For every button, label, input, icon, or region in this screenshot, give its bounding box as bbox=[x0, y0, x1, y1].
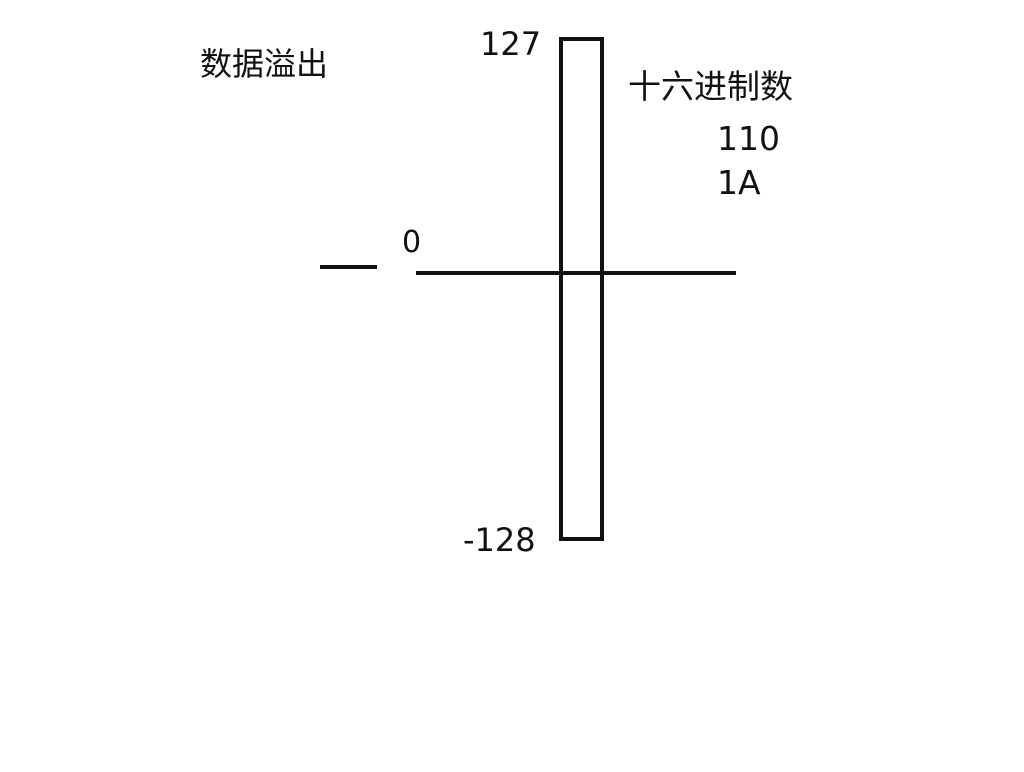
diagram-shapes bbox=[320, 37, 736, 541]
value-range-bar bbox=[559, 37, 604, 541]
hex-number-heading: 十六进制数 bbox=[628, 67, 793, 106]
max-value-label: 127 bbox=[480, 25, 542, 63]
overflow-title: 数据溢出 bbox=[200, 45, 329, 83]
hex-value-110: 110 bbox=[717, 119, 780, 158]
overflow-diagram: 数据溢出 127 0 -128 十六进制数 110 1A bbox=[0, 0, 1024, 768]
min-value-label: -128 bbox=[463, 521, 536, 559]
zero-value-label: 0 bbox=[402, 225, 422, 260]
hex-value-1a: 1A bbox=[717, 163, 761, 202]
